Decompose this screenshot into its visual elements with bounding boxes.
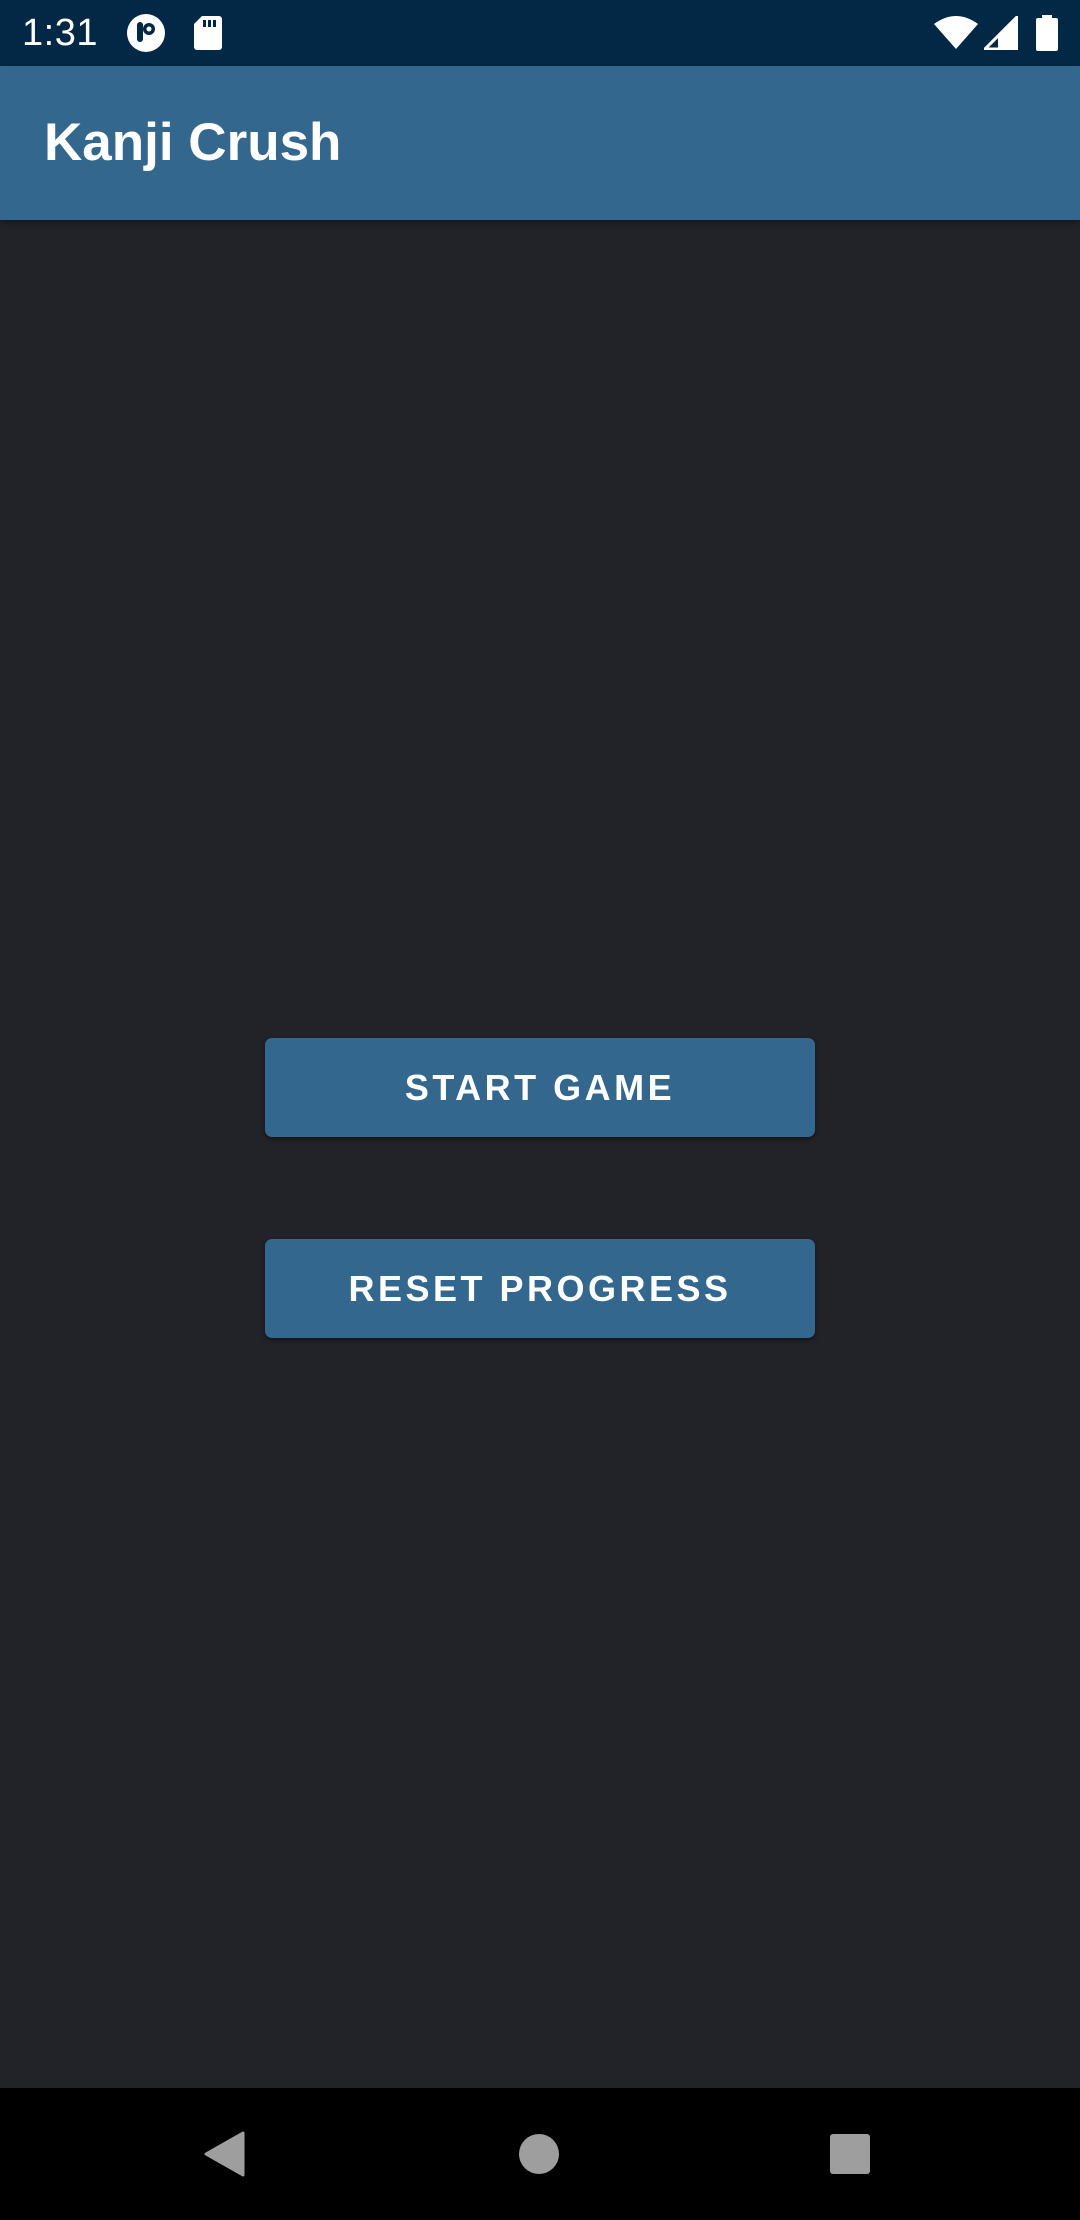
app-notification-icon — [126, 0, 166, 66]
reset-progress-button[interactable]: RESET PROGRESS — [265, 1239, 815, 1338]
app-bar: Kanji Crush — [0, 66, 1080, 220]
back-icon[interactable] — [165, 2088, 285, 2220]
home-icon[interactable] — [479, 2088, 599, 2220]
main-content: START GAME RESET PROGRESS — [0, 220, 1080, 2088]
cellular-signal-icon — [984, 0, 1018, 66]
sd-card-icon — [193, 0, 223, 66]
screen: 1:31 Kanji Crush START GAME RESET PROGRE… — [0, 0, 1080, 2220]
recents-icon[interactable] — [790, 2088, 910, 2220]
status-time: 1:31 — [22, 12, 98, 54]
wifi-icon — [934, 0, 978, 66]
status-bar: 1:31 — [0, 0, 1080, 66]
app-title: Kanji Crush — [44, 113, 342, 172]
start-game-button[interactable]: START GAME — [265, 1038, 815, 1137]
navigation-bar — [0, 2088, 1080, 2220]
battery-icon — [1036, 0, 1058, 66]
